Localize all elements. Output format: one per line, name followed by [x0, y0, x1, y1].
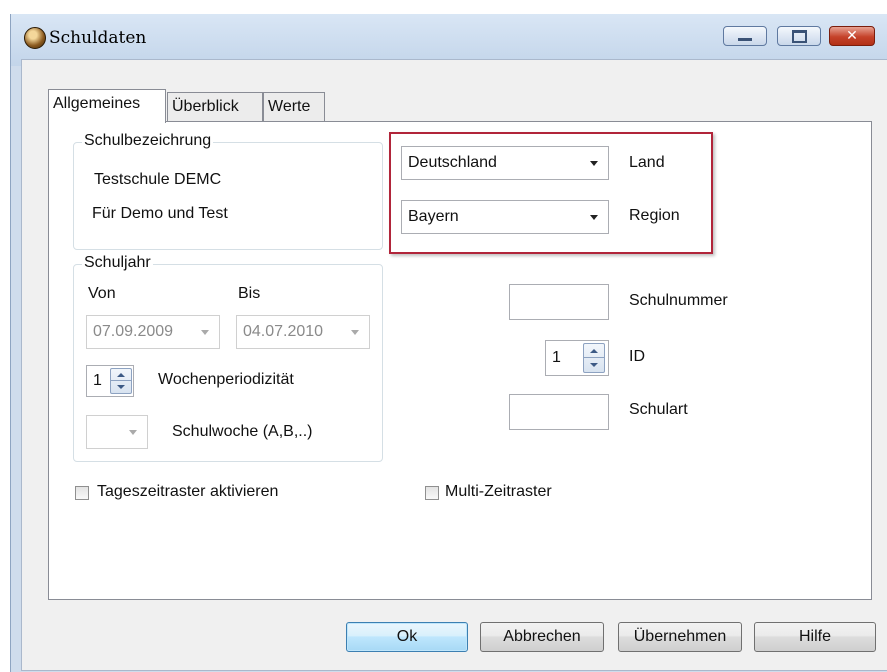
minimize-icon — [738, 38, 752, 41]
to-date-value: 04.07.2010 — [243, 323, 324, 340]
to-date-picker[interactable]: 04.07.2010 — [236, 315, 370, 349]
id-value: 1 — [552, 349, 561, 366]
multi-time-grid-label[interactable]: Multi-Zeitraster — [445, 483, 552, 501]
spin-down-button[interactable] — [111, 381, 131, 393]
school-number-label: Schulnummer — [629, 292, 728, 309]
school-name-line1: Testschule DEMC — [94, 171, 222, 188]
tab-allgemeines[interactable]: Allgemeines — [48, 89, 166, 123]
id-spinner[interactable] — [583, 343, 605, 373]
close-icon: ✕ — [846, 28, 858, 44]
daily-time-grid-label[interactable]: Tageszeitraster aktivieren — [97, 483, 278, 501]
arrow-down-icon — [590, 363, 598, 367]
school-week-label: Schulwoche (A,B,..) — [172, 423, 313, 440]
school-type-label: Schulart — [629, 401, 688, 418]
school-number-input[interactable] — [509, 284, 609, 320]
window-title: Schuldaten — [49, 28, 147, 48]
apply-button[interactable]: Übernehmen — [618, 622, 742, 652]
from-date-picker[interactable]: 07.09.2009 — [86, 315, 220, 349]
globe-icon — [24, 27, 46, 49]
minimize-button[interactable] — [723, 26, 767, 46]
from-date-value: 07.09.2009 — [93, 323, 174, 340]
week-periodicity-value: 1 — [93, 372, 102, 389]
chevron-down-icon — [201, 330, 209, 335]
spin-down-button[interactable] — [584, 358, 604, 372]
arrow-up-icon — [590, 348, 598, 353]
spin-up-button[interactable] — [584, 344, 604, 358]
ok-button[interactable]: Ok — [346, 622, 468, 652]
week-periodicity-spinner[interactable] — [110, 368, 132, 394]
arrow-up-icon — [117, 372, 125, 377]
id-label: ID — [629, 348, 645, 365]
arrow-down-icon — [117, 385, 125, 389]
chevron-down-icon — [129, 430, 137, 435]
help-button[interactable]: Hilfe — [754, 622, 876, 652]
chevron-down-icon — [351, 330, 359, 335]
country-region-highlight — [389, 132, 713, 254]
school-name-line2: Für Demo und Test — [92, 205, 228, 222]
school-year-legend: Schuljahr — [82, 254, 153, 272]
schuldaten-dialog: Schuldaten ✕ Allgemeines Überblick Werte… — [10, 14, 887, 672]
cancel-button[interactable]: Abbrechen — [480, 622, 604, 652]
from-label: Von — [88, 285, 116, 302]
school-type-input[interactable] — [509, 394, 609, 430]
school-week-dropdown[interactable] — [86, 415, 148, 449]
week-periodicity-label: Wochenperiodizität — [158, 371, 294, 388]
tab-panel-allgemeines: Schulbezeichrung Testschule DEMC Für Dem… — [48, 121, 872, 600]
maximize-icon — [791, 29, 807, 43]
dialog-client-area: Allgemeines Überblick Werte Schulbezeich… — [21, 59, 887, 671]
to-label: Bis — [238, 285, 261, 302]
school-designation-group: Schulbezeichrung Testschule DEMC Für Dem… — [73, 132, 383, 250]
spin-up-button[interactable] — [111, 369, 131, 381]
daily-time-grid-checkbox[interactable] — [75, 486, 89, 500]
tab-werte[interactable]: Werte — [263, 92, 325, 122]
tab-ueberblick[interactable]: Überblick — [167, 92, 263, 122]
multi-time-grid-checkbox[interactable] — [425, 486, 439, 500]
school-designation-legend: Schulbezeichrung — [82, 132, 214, 150]
maximize-button[interactable] — [777, 26, 821, 46]
close-button[interactable]: ✕ — [829, 26, 875, 46]
school-year-group: Schuljahr Von Bis 07.09.2009 04.07.2010 … — [73, 254, 383, 462]
